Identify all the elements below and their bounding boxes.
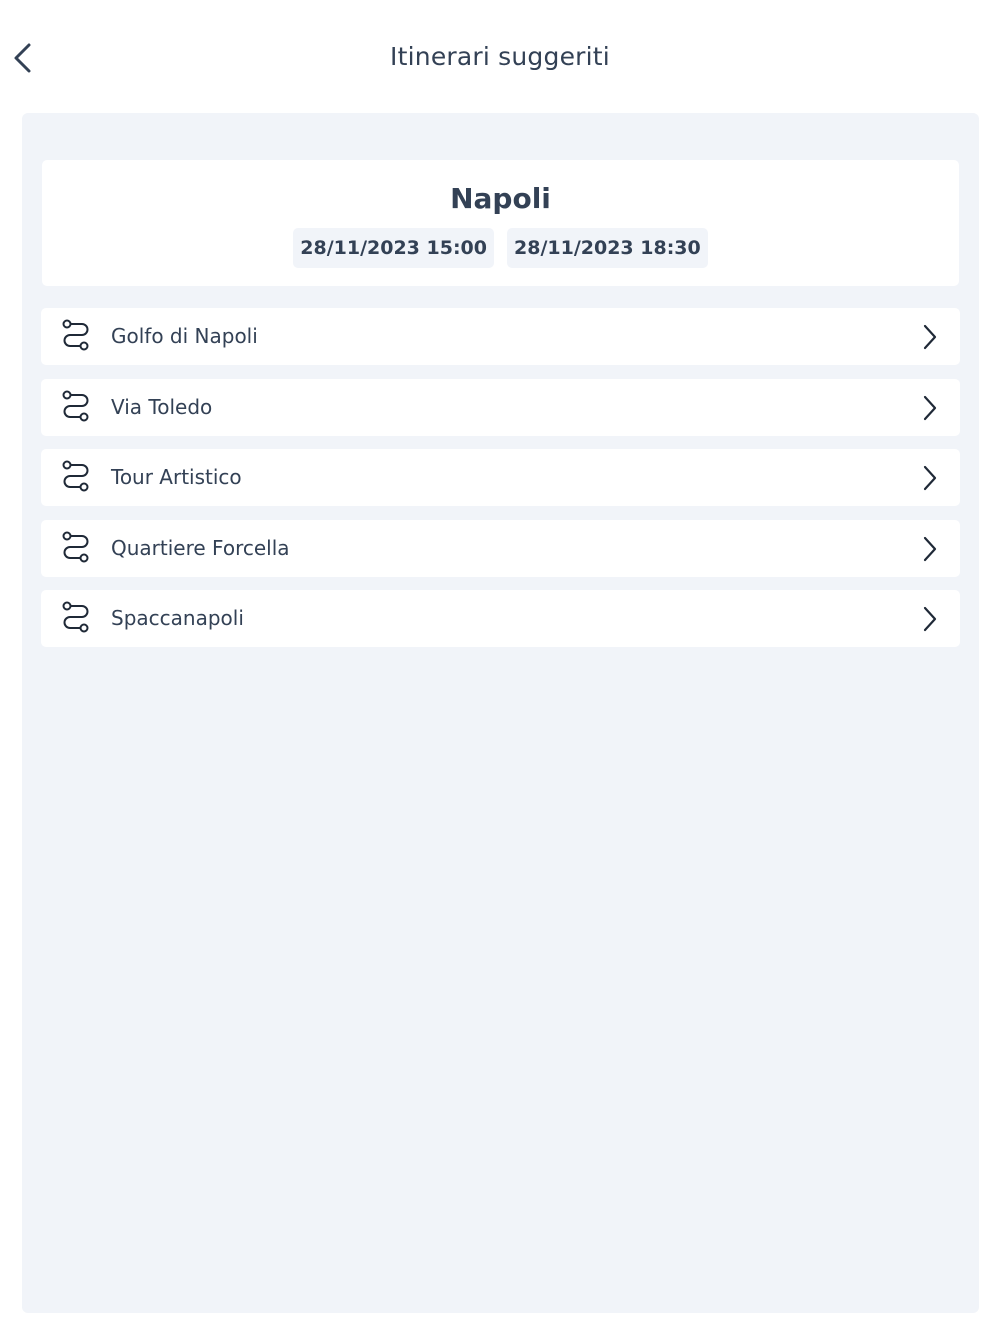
- itinerary-label: Via Toledo: [111, 394, 213, 419]
- itinerary-item-quartiere-forcella[interactable]: Quartiere Forcella: [41, 519, 960, 577]
- city-name: Napoli: [450, 182, 551, 215]
- itinerary-item-via-toledo[interactable]: Via Toledo: [41, 378, 960, 436]
- itinerary-label: Quartiere Forcella: [111, 535, 290, 560]
- header: Itinerari suggeriti: [0, 0, 1000, 112]
- itinerary-label: Tour Artistico: [111, 465, 242, 489]
- chevron-right-icon: [923, 465, 937, 491]
- itinerary-label: Golfo di Napoli: [111, 324, 258, 348]
- route-icon: [62, 601, 89, 633]
- page-title: Itinerari suggeriti: [390, 42, 610, 71]
- date-range: 28/11/2023 15:00 28/11/2023 18:30: [22, 228, 979, 268]
- itinerary-list: Golfo di Napoli Via Toledo Tour Artistic…: [41, 308, 960, 661]
- route-icon: [62, 460, 89, 492]
- itinerary-item-golfo-di-napoli[interactable]: Golfo di Napoli: [41, 308, 960, 365]
- start-date-badge: 28/11/2023 15:00: [293, 228, 494, 268]
- itinerary-item-tour-artistico[interactable]: Tour Artistico: [41, 449, 960, 506]
- itinerary-label: Spaccanapoli: [111, 606, 244, 630]
- route-icon: [62, 531, 89, 562]
- itinerary-item-spaccanapoli[interactable]: Spaccanapoli: [41, 590, 960, 647]
- chevron-right-icon: [923, 395, 937, 420]
- route-icon: [62, 319, 89, 351]
- route-icon: [62, 390, 89, 421]
- chevron-right-icon: [923, 324, 937, 350]
- chevron-right-icon: [923, 606, 937, 632]
- end-date-badge: 28/11/2023 18:30: [507, 228, 708, 268]
- main-panel: Napoli 28/11/2023 15:00 28/11/2023 18:30…: [22, 113, 979, 1313]
- chevron-right-icon: [923, 536, 937, 561]
